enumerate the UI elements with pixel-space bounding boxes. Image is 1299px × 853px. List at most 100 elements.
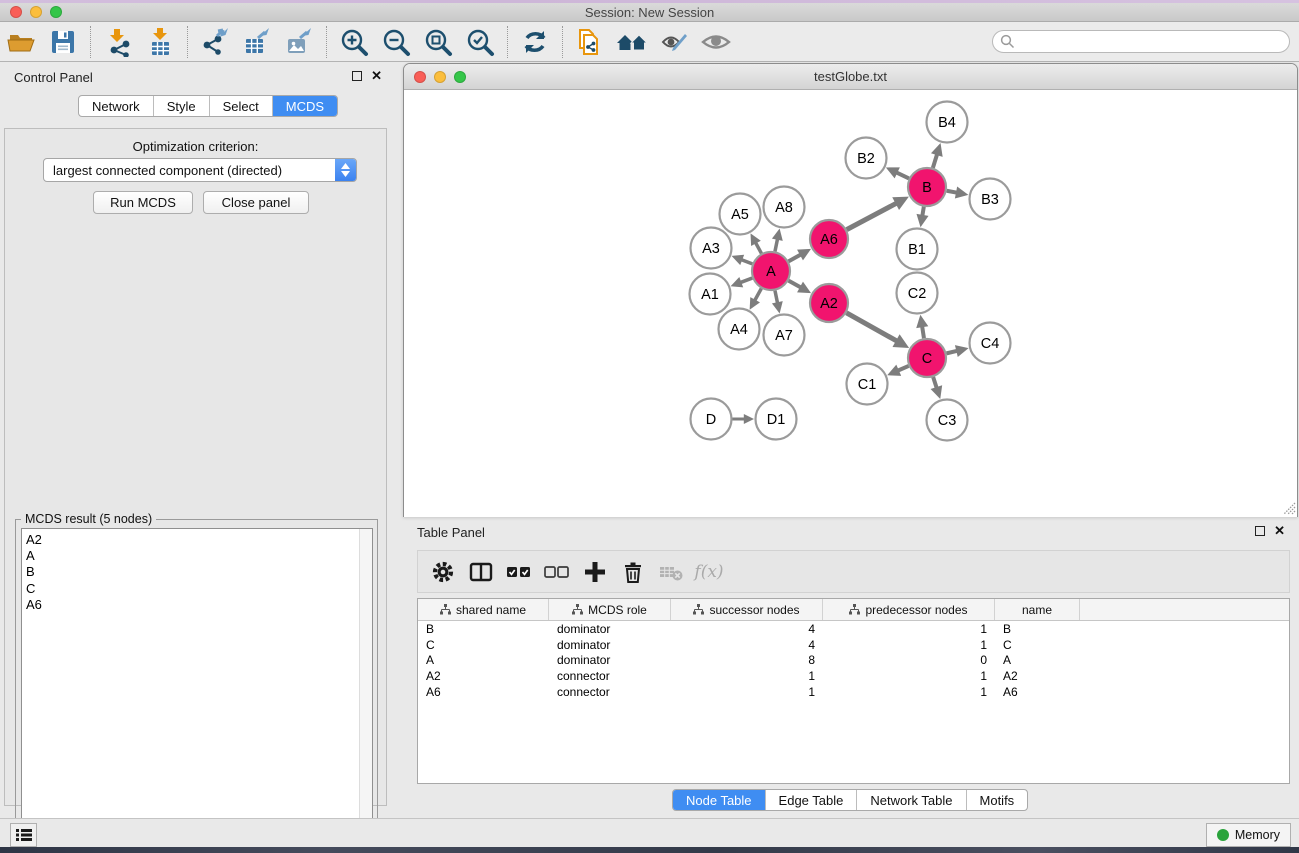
birds-eye-view-button[interactable] (699, 25, 733, 59)
zoom-in-button[interactable] (337, 25, 371, 59)
graph-edge-B-B3[interactable] (947, 191, 957, 193)
table-cell[interactable]: C (418, 638, 549, 652)
close-view-button[interactable] (414, 71, 426, 83)
graph-edge-A-A8[interactable] (775, 239, 778, 252)
table-cell[interactable]: dominator (549, 638, 671, 652)
zoom-fit-button[interactable] (421, 25, 455, 59)
table-row[interactable]: Cdominator41C (418, 637, 1289, 653)
minimize-view-button[interactable] (434, 71, 446, 83)
export-table-button[interactable] (240, 25, 274, 59)
table-cell[interactable]: 4 (671, 638, 823, 652)
optimization-criterion-dropdown[interactable]: largest connected component (directed) (43, 158, 357, 182)
open-session-button[interactable] (4, 25, 38, 59)
import-table-button[interactable] (143, 25, 177, 59)
table-row[interactable]: A2connector11A2 (418, 668, 1289, 684)
export-image-button[interactable] (282, 25, 316, 59)
table-cell[interactable]: A2 (418, 669, 549, 683)
tab-network-table[interactable]: Network Table (856, 790, 965, 810)
resize-grip-icon[interactable] (1280, 499, 1296, 515)
column-header-MCDS-role[interactable]: MCDS role (549, 599, 671, 620)
tab-network[interactable]: Network (79, 96, 153, 116)
home-button[interactable] (615, 25, 649, 59)
table-cell[interactable]: A (418, 653, 549, 667)
tab-edge-table[interactable]: Edge Table (765, 790, 857, 810)
column-header-name[interactable]: name (995, 599, 1080, 620)
tab-motifs[interactable]: Motifs (966, 790, 1028, 810)
delete-column-button[interactable] (616, 555, 650, 589)
list-scrollbar[interactable] (359, 529, 372, 852)
column-header-successor-nodes[interactable]: successor nodes (671, 599, 823, 620)
table-cell[interactable]: 1 (671, 669, 823, 683)
run-mcds-button[interactable]: Run MCDS (93, 191, 193, 214)
table-cell[interactable]: C (995, 638, 1080, 652)
graph-edge-A-A3[interactable] (741, 260, 752, 264)
graph-edge-A-A7[interactable] (775, 291, 778, 304)
table-cell[interactable]: B (418, 622, 549, 636)
column-header-predecessor-nodes[interactable]: predecessor nodes (823, 599, 995, 620)
graph-edge-A6-B[interactable] (847, 203, 897, 229)
column-header-shared-name[interactable]: shared name (418, 599, 549, 620)
export-network-button[interactable] (198, 25, 232, 59)
deselect-all-button[interactable] (540, 555, 574, 589)
close-panel-icon[interactable]: ✕ (1274, 526, 1285, 536)
result-list-item[interactable]: A (26, 548, 355, 564)
table-row[interactable]: A6connector11A6 (418, 684, 1289, 700)
table-cell[interactable]: dominator (549, 622, 671, 636)
table-cell[interactable]: 1 (671, 685, 823, 699)
graph-edge-C-C1[interactable] (898, 366, 909, 371)
add-column-button[interactable] (578, 555, 612, 589)
graph-edge-C-C2[interactable] (922, 326, 924, 338)
clone-network-button[interactable] (573, 25, 607, 59)
graph-edge-A-A1[interactable] (740, 278, 752, 283)
network-canvas[interactable]: AA2A6BCA1A3A4A5A7A8B1B2B3B4C1C2C3C4DD1 (404, 90, 1297, 517)
graph-edge-A-A4[interactable] (755, 289, 762, 301)
graph-edge-B-B4[interactable] (933, 154, 937, 168)
table-cell[interactable]: connector (549, 685, 671, 699)
zoom-out-button[interactable] (379, 25, 413, 59)
table-cell[interactable]: 4 (671, 622, 823, 636)
float-panel-icon[interactable] (352, 71, 362, 81)
table-settings-button[interactable] (426, 555, 460, 589)
table-cell[interactable]: A (995, 653, 1080, 667)
table-cell[interactable]: 1 (823, 638, 995, 652)
close-panel-button[interactable]: Close panel (203, 191, 309, 214)
show-graphics-details-button[interactable] (657, 25, 691, 59)
tab-node-table[interactable]: Node Table (673, 790, 765, 810)
graph-edge-C-C3[interactable] (933, 377, 937, 388)
graph-edge-A-A5[interactable] (755, 242, 761, 253)
graph-edge-A-A6[interactable] (789, 255, 801, 262)
save-session-button[interactable] (46, 25, 80, 59)
tab-select[interactable]: Select (209, 96, 272, 116)
search-input[interactable] (992, 30, 1290, 53)
table-cell[interactable]: dominator (549, 653, 671, 667)
table-cell[interactable]: 1 (823, 622, 995, 636)
graph-edge-B-B2[interactable] (896, 172, 909, 178)
table-row[interactable]: Bdominator41B (418, 621, 1289, 637)
minimize-window-button[interactable] (30, 6, 42, 18)
close-window-button[interactable] (10, 6, 22, 18)
table-cell[interactable]: 1 (823, 685, 995, 699)
result-list-item[interactable]: A2 (26, 532, 355, 548)
graph-edge-C-C4[interactable] (946, 351, 957, 354)
tab-mcds[interactable]: MCDS (272, 96, 337, 116)
mcds-result-list[interactable]: A2ABCA6 (21, 528, 373, 853)
tab-style[interactable]: Style (153, 96, 209, 116)
result-list-item[interactable]: C (26, 581, 355, 597)
table-row[interactable]: Adominator80A (418, 652, 1289, 668)
zoom-window-button[interactable] (50, 6, 62, 18)
result-list-item[interactable]: B (26, 564, 355, 580)
zoom-view-button[interactable] (454, 71, 466, 83)
table-cell[interactable]: A6 (418, 685, 549, 699)
graph-edge-B-B1[interactable] (922, 207, 923, 216)
table-cell[interactable]: 8 (671, 653, 823, 667)
memory-button[interactable]: Memory (1206, 823, 1291, 847)
table-cell[interactable]: B (995, 622, 1080, 636)
table-cell[interactable]: A2 (995, 669, 1080, 683)
table-cell[interactable]: 0 (823, 653, 995, 667)
close-panel-icon[interactable]: ✕ (371, 71, 382, 81)
table-cell[interactable]: connector (549, 669, 671, 683)
split-view-button[interactable] (464, 555, 498, 589)
network-window-titlebar[interactable]: testGlobe.txt (404, 64, 1297, 90)
select-all-button[interactable] (502, 555, 536, 589)
zoom-selected-button[interactable] (463, 25, 497, 59)
